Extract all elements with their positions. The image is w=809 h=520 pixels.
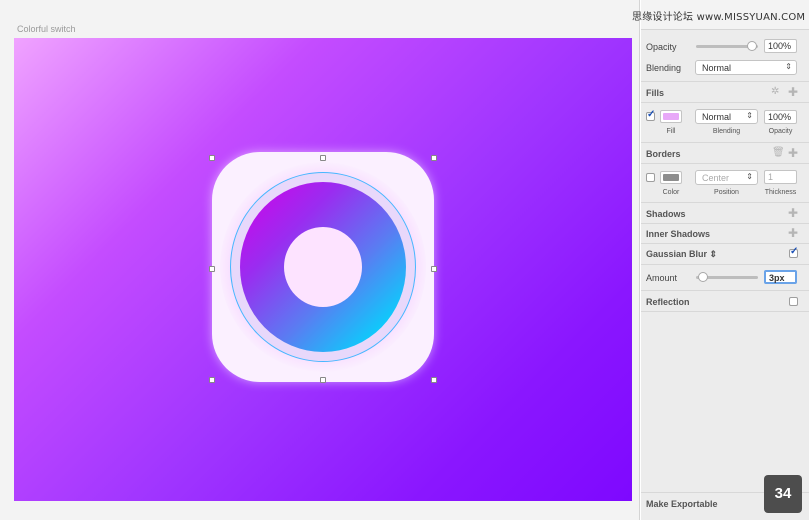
fill-color-chip [663, 113, 679, 120]
blending-label: Blending [646, 63, 682, 73]
ring-center [284, 227, 362, 307]
resize-handle-ml[interactable] [209, 266, 215, 272]
fill-caption: Fill [666, 128, 676, 135]
trash-icon[interactable]: 🗑 [772, 148, 785, 158]
add-fill-icon[interactable]: ✚ [788, 86, 798, 98]
make-exportable-button[interactable]: Make Exportable [646, 499, 718, 509]
resize-handle-bl[interactable] [209, 377, 215, 383]
color-caption: Color [662, 189, 680, 196]
amount-slider-knob[interactable] [698, 272, 708, 282]
inner-shadows-title: Inner Shadows [646, 229, 711, 239]
reflection-title: Reflection [646, 297, 690, 307]
fill-enabled-checkbox[interactable] [646, 109, 655, 121]
gaussian-blur-dropdown[interactable]: Gaussian Blur ⇕ [646, 249, 717, 260]
fill-opacity-field[interactable]: 100% [764, 110, 797, 124]
divider [641, 81, 809, 82]
select-arrows-icon: ⇕ [785, 62, 792, 71]
border-position-value: Center [702, 173, 730, 183]
fill-color-swatch[interactable] [660, 110, 682, 123]
chevron-updown-icon: ⇕ [709, 249, 718, 259]
artboard[interactable] [14, 38, 632, 501]
gaussian-blur-checkbox[interactable] [789, 246, 798, 258]
blending-select[interactable]: Normal ⇕ [695, 60, 797, 75]
borders-title: Borders [646, 149, 681, 159]
divider [641, 102, 809, 103]
fill-blending-value: Normal [702, 112, 732, 122]
gaussian-blur-title: Gaussian Blur [646, 249, 708, 259]
thickness-caption: Thickness [764, 189, 797, 196]
opacity-label: Opacity [646, 42, 677, 52]
resize-handle-tl[interactable] [209, 155, 215, 161]
resize-handle-bm[interactable] [320, 377, 326, 383]
step-badge: 34 [764, 475, 802, 513]
opacity-caption: Opacity [768, 128, 793, 135]
divider [641, 202, 809, 203]
border-color-swatch[interactable] [660, 171, 682, 184]
border-color-chip [663, 174, 679, 181]
reflection-checkbox[interactable] [789, 297, 798, 306]
amount-field[interactable]: 3px [764, 270, 797, 284]
watermark-text: 思缘设计论坛 www.MISSYUAN.COM [632, 12, 806, 23]
divider [641, 142, 809, 143]
fill-blending-select[interactable]: Normal ⇕ [695, 109, 758, 124]
divider [641, 264, 809, 265]
border-position-select[interactable]: Center ⇕ [695, 170, 758, 185]
shadows-title: Shadows [646, 209, 686, 219]
blending-select-value: Normal [702, 63, 732, 73]
opacity-field[interactable]: 100% [764, 39, 797, 53]
switch-icon-group[interactable] [212, 152, 434, 382]
add-shadow-icon[interactable]: ✚ [788, 207, 798, 219]
border-thickness-field[interactable]: 1 [764, 170, 797, 184]
divider [641, 223, 809, 224]
fills-title: Fills [646, 88, 665, 98]
amount-label: Amount [646, 273, 678, 283]
divider [641, 163, 809, 164]
inspector-panel: Opacity 100% Blending Normal ⇕ Fills ✲ ✚… [641, 0, 809, 520]
artboard-label[interactable]: Colorful switch [17, 24, 76, 34]
divider [641, 311, 809, 312]
blending-caption: Blending [712, 128, 741, 135]
resize-handle-tm[interactable] [320, 155, 326, 161]
opacity-slider-knob[interactable] [747, 41, 757, 51]
divider [641, 290, 809, 291]
border-enabled-checkbox[interactable] [646, 173, 655, 182]
resize-handle-br[interactable] [431, 377, 437, 383]
fills-settings-icon[interactable]: ✲ [771, 87, 779, 97]
select-arrows-icon: ⇕ [746, 111, 753, 120]
divider [641, 243, 809, 244]
position-caption: Position [714, 189, 739, 196]
resize-handle-tr[interactable] [431, 155, 437, 161]
select-arrows-icon: ⇕ [746, 172, 753, 181]
add-inner-shadow-icon[interactable]: ✚ [788, 227, 798, 239]
add-border-icon[interactable]: ✚ [788, 147, 798, 159]
canvas-area[interactable]: Colorful switch [0, 0, 640, 520]
resize-handle-mr[interactable] [431, 266, 437, 272]
